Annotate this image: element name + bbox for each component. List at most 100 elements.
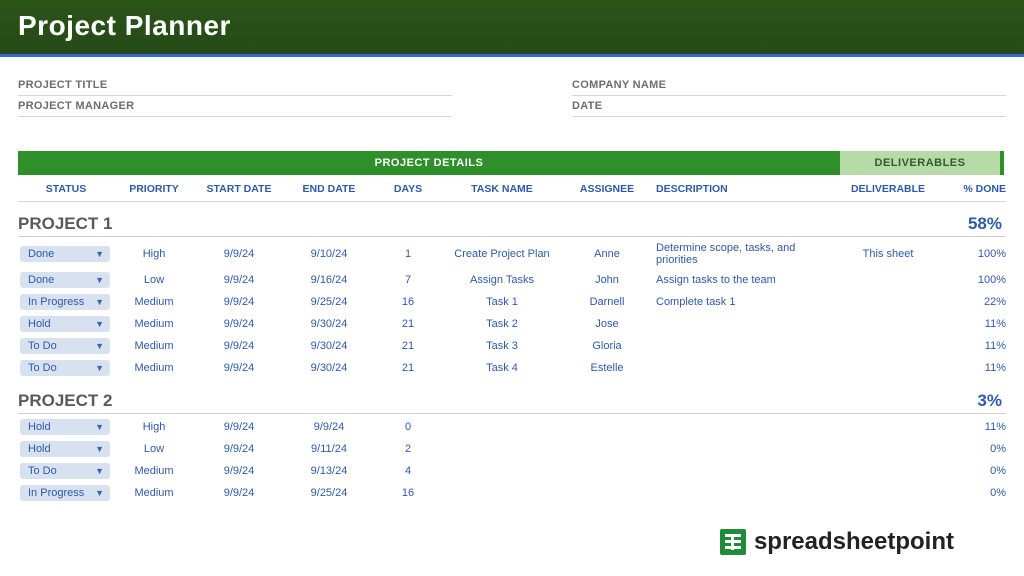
pct-done-cell[interactable]: 11% [936, 340, 1006, 352]
start-date-cell[interactable]: 9/9/24 [194, 465, 284, 477]
assignee-cell[interactable]: Jose [562, 318, 652, 330]
status-dropdown[interactable]: Done▼ [20, 272, 110, 288]
end-date-cell[interactable]: 9/9/24 [284, 421, 374, 433]
priority-cell[interactable]: Low [114, 274, 194, 286]
end-date-cell[interactable]: 9/16/24 [284, 274, 374, 286]
chevron-down-icon: ▼ [95, 341, 104, 351]
status-dropdown[interactable]: To Do▼ [20, 463, 110, 479]
start-date-cell[interactable]: 9/9/24 [194, 248, 284, 260]
priority-cell[interactable]: Medium [114, 487, 194, 499]
assignee-cell[interactable]: John [562, 274, 652, 286]
assignee-cell[interactable]: Estelle [562, 362, 652, 374]
assignee-cell[interactable]: Gloria [562, 340, 652, 352]
priority-cell[interactable]: Low [114, 443, 194, 455]
priority-cell[interactable]: High [114, 248, 194, 260]
col-task-name: TASK NAME [442, 183, 562, 195]
end-date-cell[interactable]: 9/30/24 [284, 340, 374, 352]
deliverable-cell[interactable]: This sheet [840, 248, 936, 260]
end-date-cell[interactable]: 9/10/24 [284, 248, 374, 260]
pct-done-cell[interactable]: 0% [936, 487, 1006, 499]
watermark: spreadsheetpoint [714, 526, 960, 558]
meta-label: PROJECT MANAGER [18, 100, 178, 112]
page-title: Project Planner [18, 10, 1006, 42]
assignee-cell[interactable]: Anne [562, 248, 652, 260]
chevron-down-icon: ▼ [95, 363, 104, 373]
start-date-cell[interactable]: 9/9/24 [194, 362, 284, 374]
status-cell: Done▼ [18, 272, 114, 288]
end-date-cell[interactable]: 9/30/24 [284, 318, 374, 330]
status-dropdown[interactable]: Done▼ [20, 246, 110, 262]
task-name-cell[interactable]: Assign Tasks [442, 274, 562, 286]
status-dropdown[interactable]: In Progress▼ [20, 294, 110, 310]
days-cell[interactable]: 16 [374, 296, 442, 308]
task-row: To Do ▼ Medium9/9/249/30/2421Task 4Estelle… [18, 357, 1006, 379]
days-cell[interactable]: 2 [374, 443, 442, 455]
days-cell[interactable]: 16 [374, 487, 442, 499]
meta-section: PROJECT TITLEPROJECT MANAGER COMPANY NAM… [0, 57, 1024, 123]
days-cell[interactable]: 7 [374, 274, 442, 286]
task-name-cell[interactable]: Task 1 [442, 296, 562, 308]
status-cell: In Progress▼ [18, 294, 114, 310]
assignee-cell[interactable]: Darnell [562, 296, 652, 308]
task-name-cell[interactable]: Task 2 [442, 318, 562, 330]
priority-cell[interactable]: Medium [114, 362, 194, 374]
description-cell[interactable]: Determine scope, tasks, and priorities [652, 242, 840, 266]
task-name-cell[interactable]: Task 3 [442, 340, 562, 352]
pct-done-cell[interactable]: 100% [936, 274, 1006, 286]
status-dropdown[interactable]: To Do ▼ [20, 360, 110, 376]
start-date-cell[interactable]: 9/9/24 [194, 296, 284, 308]
task-row: Hold▼High9/9/249/9/24011% [18, 416, 1006, 438]
status-label: To Do [28, 340, 57, 352]
days-cell[interactable]: 21 [374, 340, 442, 352]
task-name-cell[interactable]: Task 4 [442, 362, 562, 374]
col-pct-done: % DONE [936, 183, 1006, 195]
days-cell[interactable]: 4 [374, 465, 442, 477]
priority-cell[interactable]: Medium [114, 465, 194, 477]
start-date-cell[interactable]: 9/9/24 [194, 318, 284, 330]
chevron-down-icon: ▼ [95, 422, 104, 432]
days-cell[interactable]: 1 [374, 248, 442, 260]
days-cell[interactable]: 21 [374, 362, 442, 374]
task-name-cell[interactable]: Create Project Plan [442, 248, 562, 260]
chevron-down-icon: ▼ [95, 444, 104, 454]
end-date-cell[interactable]: 9/30/24 [284, 362, 374, 374]
status-cell: Hold▼ [18, 441, 114, 457]
start-date-cell[interactable]: 9/9/24 [194, 443, 284, 455]
pct-done-cell[interactable]: 11% [936, 318, 1006, 330]
project-title-row: PROJECT 23% [18, 391, 1006, 414]
status-dropdown[interactable]: Hold▼ [20, 316, 110, 332]
start-date-cell[interactable]: 9/9/24 [194, 274, 284, 286]
status-dropdown[interactable]: Hold▼ [20, 441, 110, 457]
priority-cell[interactable]: Medium [114, 340, 194, 352]
priority-cell[interactable]: Medium [114, 318, 194, 330]
pct-done-cell[interactable]: 100% [936, 248, 1006, 260]
start-date-cell[interactable]: 9/9/24 [194, 487, 284, 499]
status-dropdown[interactable]: In Progress▼ [20, 485, 110, 501]
task-row: Hold▼ Low9/9/249/11/242 0% [18, 438, 1006, 460]
project-block: PROJECT 23%Hold▼High9/9/249/9/24011%Hold… [18, 391, 1006, 504]
description-cell[interactable]: Complete task 1 [652, 296, 840, 308]
pct-done-cell[interactable]: 22% [936, 296, 1006, 308]
task-row: In Progress▼ Medium9/9/249/25/2416Task 1D… [18, 291, 1006, 313]
pct-done-cell[interactable]: 11% [936, 362, 1006, 374]
pct-done-cell[interactable]: 0% [936, 443, 1006, 455]
project-title-row: PROJECT 158% [18, 214, 1006, 237]
priority-cell[interactable]: High [114, 421, 194, 433]
task-row: To Do ▼ Medium9/9/249/30/2421Task 3Gloria 1… [18, 335, 1006, 357]
days-cell[interactable]: 0 [374, 421, 442, 433]
status-label: Done [28, 274, 54, 286]
status-dropdown[interactable]: To Do ▼ [20, 338, 110, 354]
status-label: To Do [28, 362, 57, 374]
end-date-cell[interactable]: 9/25/24 [284, 487, 374, 499]
pct-done-cell[interactable]: 0% [936, 465, 1006, 477]
pct-done-cell[interactable]: 11% [936, 421, 1006, 433]
start-date-cell[interactable]: 9/9/24 [194, 421, 284, 433]
end-date-cell[interactable]: 9/13/24 [284, 465, 374, 477]
days-cell[interactable]: 21 [374, 318, 442, 330]
start-date-cell[interactable]: 9/9/24 [194, 340, 284, 352]
description-cell[interactable]: Assign tasks to the team [652, 274, 840, 286]
end-date-cell[interactable]: 9/25/24 [284, 296, 374, 308]
priority-cell[interactable]: Medium [114, 296, 194, 308]
end-date-cell[interactable]: 9/11/24 [284, 443, 374, 455]
status-dropdown[interactable]: Hold▼ [20, 419, 110, 435]
